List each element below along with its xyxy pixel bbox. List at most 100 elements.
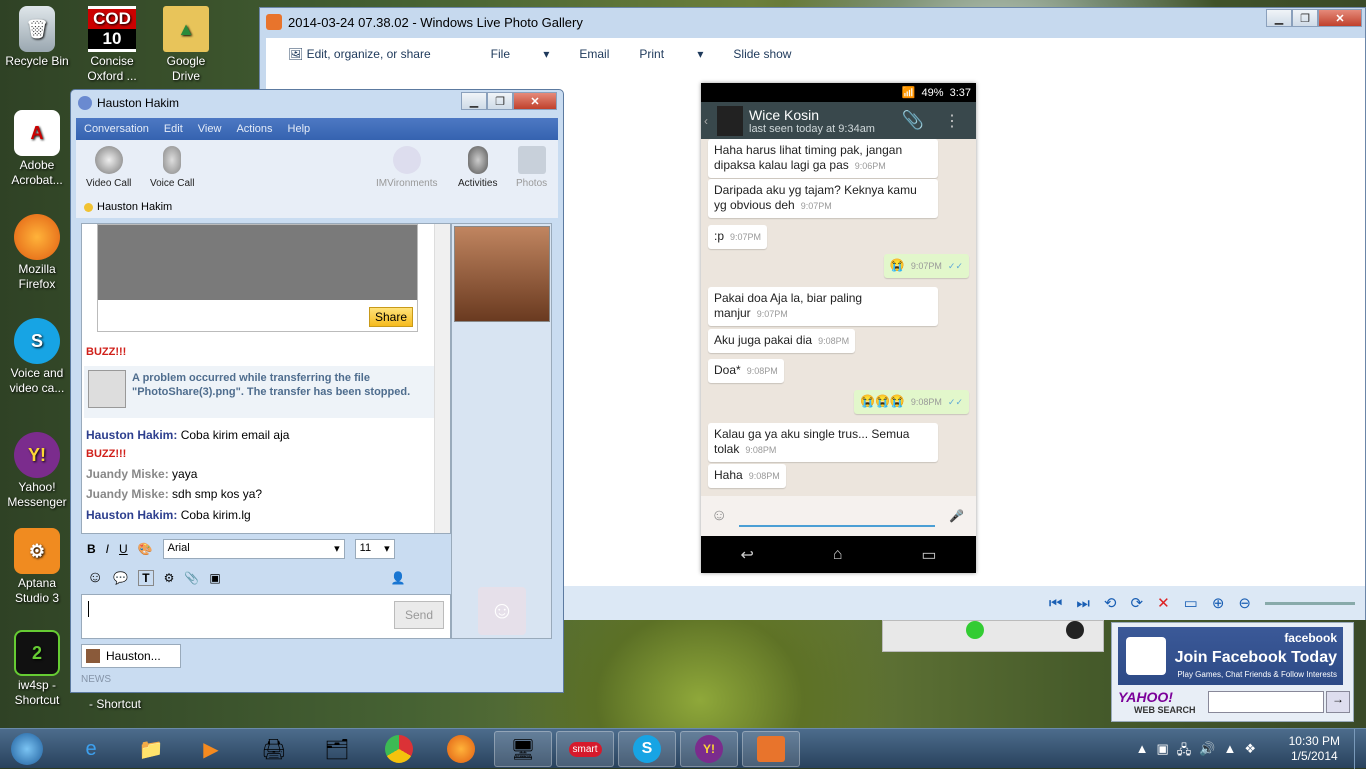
photo-gallery-titlebar[interactable]: 2014-03-24 07.38.02 - Windows Live Photo… [260,8,1365,36]
google-drive-tray-icon[interactable]: ▲ [1223,741,1236,763]
taskbar-explorer[interactable]: 📁 [122,731,180,767]
taskbar-photo-gallery[interactable] [742,731,800,767]
home-nav-icon[interactable]: ⌂ [833,546,843,564]
back-icon[interactable]: ‹ [704,114,708,128]
menu-view[interactable]: View [198,123,222,135]
minimize-button[interactable]: ▁ [1266,9,1292,27]
zoom-out-icon[interactable]: ⊖ [1238,594,1251,612]
taskbar-gallery[interactable]: 🗂 [308,731,366,767]
more-icon[interactable]: ⋮ [944,111,960,131]
rotate-left-icon[interactable]: ⟲ [1104,594,1117,612]
menu-help[interactable]: Help [288,123,311,135]
video-call-button[interactable]: Video Call [86,146,131,189]
taskbar-task-manager[interactable]: 🖥 [494,731,552,767]
menu-edit[interactable]: Edit [164,123,183,135]
underline-button[interactable]: U [119,542,128,556]
chat-message[interactable]: :p 9:07PM [708,225,768,249]
maximize-button[interactable]: ❐ [1292,9,1318,27]
taskbar-ie[interactable]: e [62,731,120,767]
chat-message[interactable]: Pakai doa Aja la, biar paling manjur 9:07… [708,287,938,326]
desktop-icon-google-drive[interactable]: ▲ Google Drive [151,6,221,84]
insert-icon[interactable]: ▣ [209,571,220,585]
settings-icon[interactable]: ⚙ [164,571,175,585]
taskbar-firefox[interactable] [432,731,490,767]
taskbar-device[interactable]: 🖨 [245,731,303,767]
mic-icon[interactable]: 🎤 [949,509,964,523]
attach-icon[interactable]: 📎 [902,110,924,131]
chat-message[interactable]: Doa* 9:08PM [708,359,784,383]
chat-message[interactable]: Daripada aku yg tajam? Keknya kamu yg ob… [708,179,938,218]
email-button[interactable]: Email [579,47,609,61]
dropbox-icon[interactable]: ❖ [1244,741,1256,763]
message-input[interactable] [739,505,936,527]
attach-file-icon[interactable]: 📎 [184,571,199,585]
color-palette-icon[interactable]: 🎨 [138,542,153,556]
previous-icon[interactable]: ⏮ [1049,595,1063,612]
desktop-icon-shortcut[interactable]: - Shortcut [80,697,150,712]
next-icon[interactable]: ⏭ [1076,595,1090,612]
close-button[interactable]: ✕ [1318,9,1362,27]
desktop-icon-firefox[interactable]: Mozilla Firefox [2,214,72,292]
desktop-icon-yahoo-messenger[interactable]: Y! Yahoo! Messenger [2,432,72,510]
chat-message[interactable]: Haha 9:08PM [708,464,786,488]
web-search-input[interactable] [1208,691,1324,713]
show-hidden-icons[interactable]: ▲ [1136,741,1149,763]
emoticon-icon[interactable]: ☺ [87,569,103,587]
imvironments-button[interactable]: IMVironments [376,146,438,189]
clock[interactable]: 10:30 PM 1/5/2014 [1289,734,1340,764]
conversation-tab[interactable]: Hauston... [81,644,181,668]
minimize-button[interactable]: ▁ [461,92,487,110]
taskbar-skype[interactable]: S [618,731,676,767]
desktop-icon-adobe-acrobat[interactable]: A Adobe Acrobat... [2,110,72,188]
desktop-icon-iw4sp[interactable]: 2 iw4sp - Shortcut [2,630,72,708]
taskbar-media-player[interactable]: ▶ [182,731,240,767]
chat-message[interactable]: Kalau ga ya aku single trus... Semua tol… [708,423,938,462]
quote-icon[interactable]: 💬 [113,571,128,585]
maximize-button[interactable]: ❐ [487,92,513,110]
actual-size-icon[interactable]: ⊕ [1212,594,1225,612]
chat-message[interactable]: 😭 9:07PM ✓✓ [883,254,969,278]
desktop-icon-concise-oxford[interactable]: COD 10 Concise Oxford ... [77,6,147,84]
desktop-icon-skype[interactable]: S Voice and video ca... [2,318,72,396]
emoji-icon[interactable]: ☺ [711,507,727,525]
edit-organize-share-button[interactable]: 🖼 Edit, organize, or share [288,47,461,61]
taskbar-chrome[interactable] [370,731,428,767]
recents-nav-icon[interactable]: ▭ [921,545,936,565]
activities-button[interactable]: Activities [458,146,497,189]
show-desktop-button[interactable] [1354,729,1366,769]
chat-message[interactable]: 😭😭😭 9:08PM ✓✓ [854,390,969,414]
chat-message[interactable]: Aku juga pakai dia 9:08PM [708,329,856,353]
slide-show-button[interactable]: Slide show [733,47,791,61]
facebook-ad[interactable]: facebook Join Facebook Today Play Games,… [1118,627,1343,685]
share-button[interactable]: Share [368,307,413,327]
taskbar-yahoo-messenger[interactable]: Y! [680,731,738,767]
close-button[interactable]: ✕ [513,92,557,110]
zoom-slider[interactable] [1265,601,1355,605]
rotate-right-icon[interactable]: ⟳ [1131,594,1144,612]
desktop-icon-aptana[interactable]: ⚙ Aptana Studio 3 [2,528,72,606]
italic-button[interactable]: I [106,542,109,556]
file-menu[interactable]: File ▾ [491,47,550,61]
back-nav-icon[interactable]: ↩ [740,545,753,565]
photos-button[interactable]: Photos [516,146,547,189]
tray-network-icon[interactable]: 🖧 [1177,741,1192,763]
voice-call-button[interactable]: Voice Call [150,146,194,189]
desktop-icon-recycle-bin[interactable]: 🗑 Recycle Bin [2,6,72,69]
font-select[interactable]: Arial ▾ [162,539,345,559]
tray-app-icon[interactable]: ▣ [1156,741,1168,763]
menu-conversation[interactable]: Conversation [84,123,149,135]
font-size-select[interactable]: 11 ▾ [354,539,395,559]
start-button[interactable] [2,731,52,767]
slideshow-icon[interactable]: ▭ [1184,594,1198,612]
conversation-scrollbar[interactable] [434,224,450,533]
add-contact-icon[interactable]: 👤 [391,571,406,585]
print-menu[interactable]: Print ▾ [639,47,703,61]
taskbar-smart[interactable]: smart [556,731,614,767]
text-format-icon[interactable]: T [138,570,154,586]
search-go-button[interactable]: → [1326,691,1350,713]
delete-icon[interactable]: ✕ [1157,594,1170,612]
menu-actions[interactable]: Actions [236,123,272,135]
chat-message[interactable]: Haha harus lihat timing pak, jangan dipa… [708,139,938,178]
volume-icon[interactable]: 🔊 [1199,741,1215,763]
send-button[interactable]: Send [394,601,444,629]
